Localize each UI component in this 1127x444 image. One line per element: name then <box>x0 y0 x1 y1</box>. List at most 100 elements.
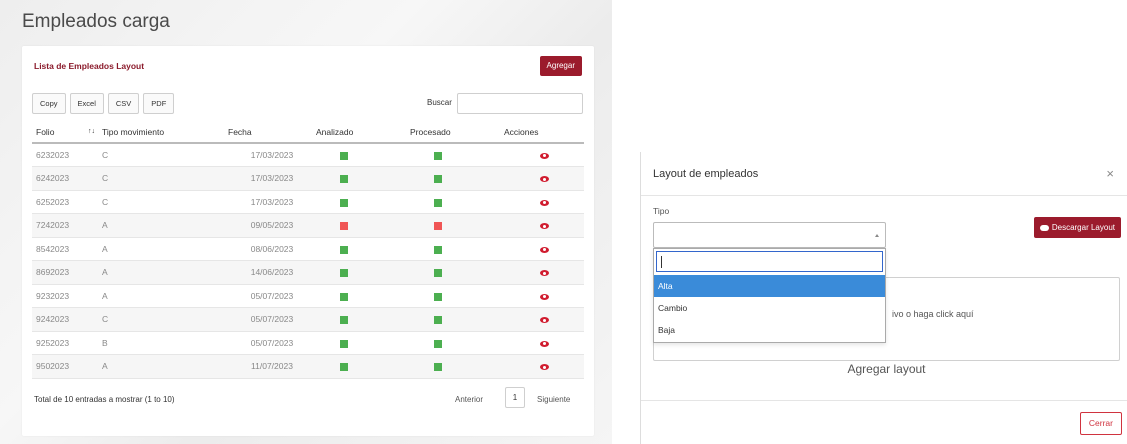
table-row: 7242023 A 09/05/2023 <box>32 213 584 238</box>
eye-icon[interactable] <box>539 223 549 229</box>
table-info: Total de 10 entradas a mostrar (1 to 10) <box>34 395 175 404</box>
eye-icon[interactable] <box>539 340 549 347</box>
cell-analizado <box>316 166 410 191</box>
close-button[interactable]: Cerrar <box>1079 412 1122 435</box>
table-row: 9502023 A 11/07/2023 <box>32 354 584 379</box>
excel-button[interactable]: Excel <box>69 93 104 114</box>
eye-icon[interactable] <box>539 270 549 276</box>
status-indicator <box>434 198 442 207</box>
cell-acciones <box>504 213 584 238</box>
cell-acciones <box>504 166 584 191</box>
pager-page[interactable]: 1 <box>505 387 525 408</box>
cell-fecha: 05/07/2023 <box>228 307 316 332</box>
cell-acciones <box>504 307 584 332</box>
eye-icon[interactable] <box>539 293 549 300</box>
cell-procesado <box>410 143 504 167</box>
cell-analizado <box>316 354 410 379</box>
cell-folio: 9252023 <box>32 331 88 355</box>
close-icon[interactable]: × <box>1106 166 1114 181</box>
dropdown-search-input[interactable] <box>656 251 883 272</box>
cell-tipo: C <box>102 190 228 214</box>
table-row: 9252023 B 05/07/2023 <box>32 331 584 355</box>
cell-spacer <box>88 331 102 355</box>
pager-next[interactable]: Siguiente <box>537 395 570 404</box>
option-cambio[interactable]: Cambio <box>654 297 885 319</box>
col-analizado[interactable]: Analizado <box>316 121 410 144</box>
cell-spacer <box>88 213 102 238</box>
eye-icon[interactable] <box>539 246 549 253</box>
tipo-dropdown: Alta Cambio Baja <box>653 248 886 343</box>
cloud-download-icon <box>1039 224 1049 231</box>
status-indicator <box>434 292 442 301</box>
page-title: Empleados carga <box>22 11 170 32</box>
cell-acciones <box>504 143 584 167</box>
status-indicator <box>340 222 348 230</box>
status-indicator <box>434 245 442 254</box>
modal-title: Layout de empleados <box>653 168 759 180</box>
col-tipo[interactable]: Tipo movimiento <box>102 121 228 144</box>
status-indicator <box>434 222 442 230</box>
cell-spacer <box>88 354 102 379</box>
employees-table: Folio ↑↓ Tipo movimiento Fecha Analizado… <box>32 121 584 379</box>
cell-fecha: 14/06/2023 <box>228 260 316 285</box>
add-button[interactable]: Agregar <box>539 56 582 76</box>
status-indicator <box>434 151 442 160</box>
cell-folio: 8542023 <box>32 237 88 261</box>
eye-icon[interactable] <box>539 199 549 206</box>
pdf-button[interactable]: PDF <box>143 93 175 114</box>
cell-fecha: 05/07/2023 <box>228 331 316 355</box>
status-indicator <box>434 269 442 277</box>
option-baja[interactable]: Baja <box>654 319 885 341</box>
cell-procesado <box>410 213 504 238</box>
option-alta[interactable]: Alta <box>654 275 885 297</box>
cell-tipo: B <box>102 331 228 355</box>
cell-spacer <box>88 166 102 191</box>
cell-procesado <box>410 260 504 285</box>
status-indicator <box>434 363 442 371</box>
status-indicator <box>340 339 348 348</box>
cell-tipo: C <box>102 143 228 167</box>
status-indicator <box>340 269 348 277</box>
status-indicator <box>340 175 348 183</box>
tipo-select[interactable] <box>653 222 886 248</box>
cell-fecha: 17/03/2023 <box>228 166 316 191</box>
cell-spacer <box>88 143 102 167</box>
status-indicator <box>434 175 442 183</box>
status-indicator <box>434 316 442 324</box>
cell-tipo: A <box>102 260 228 285</box>
cell-tipo: A <box>102 213 228 238</box>
sort-icon[interactable]: ↑↓ <box>88 121 102 144</box>
table-row: 9242023 C 05/07/2023 <box>32 307 584 332</box>
copy-button[interactable]: Copy <box>32 93 66 114</box>
eye-icon[interactable] <box>539 317 549 323</box>
cell-folio: 7242023 <box>32 213 88 238</box>
download-layout-label: Descargar Layout <box>1051 223 1115 232</box>
drop-zone-text: ivo o haga click aquí <box>892 309 974 319</box>
table-row: 6232023 C 17/03/2023 <box>32 143 584 167</box>
cell-acciones <box>504 260 584 285</box>
table-row: 9232023 A 05/07/2023 <box>32 284 584 308</box>
search-input[interactable] <box>457 93 583 114</box>
card-title: Lista de Empleados Layout <box>34 61 145 71</box>
cell-tipo: A <box>102 284 228 308</box>
status-indicator <box>340 198 348 207</box>
eye-icon[interactable] <box>539 152 549 159</box>
employees-card: Lista de Empleados Layout Agregar Copy E… <box>22 46 594 436</box>
cell-procesado <box>410 307 504 332</box>
col-fecha[interactable]: Fecha <box>228 121 316 144</box>
cell-folio: 9232023 <box>32 284 88 308</box>
download-layout-button[interactable]: Descargar Layout <box>1033 217 1121 238</box>
table-row: 6242023 C 17/03/2023 <box>32 166 584 191</box>
csv-button[interactable]: CSV <box>107 93 140 114</box>
cell-tipo: C <box>102 307 228 332</box>
cell-procesado <box>410 237 504 261</box>
cell-acciones <box>504 331 584 355</box>
cell-analizado <box>316 284 410 308</box>
pager-prev[interactable]: Anterior <box>455 395 483 404</box>
eye-icon[interactable] <box>539 364 549 370</box>
col-procesado[interactable]: Procesado <box>410 121 504 144</box>
col-acciones[interactable]: Acciones <box>504 121 584 144</box>
cell-acciones <box>504 237 584 261</box>
col-folio[interactable]: Folio <box>32 121 88 144</box>
eye-icon[interactable] <box>539 176 549 182</box>
